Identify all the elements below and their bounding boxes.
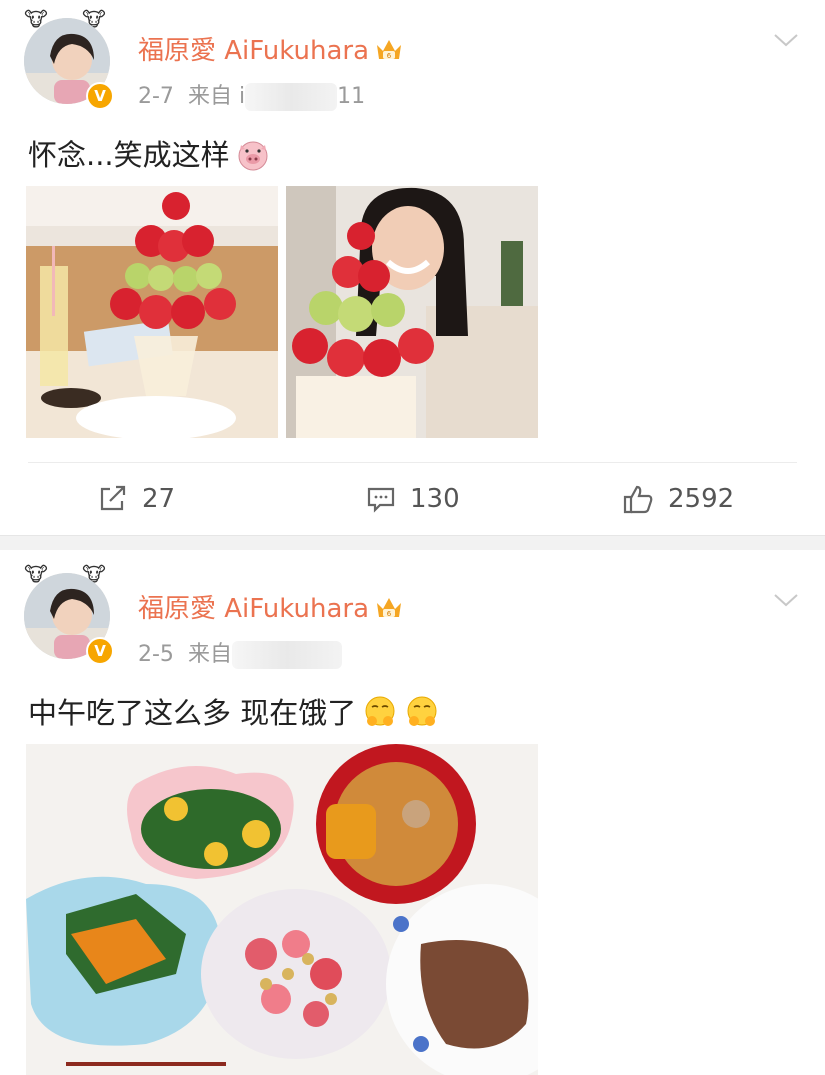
svg-text:6: 6 (387, 610, 392, 618)
post-source-suffix: 11 (337, 84, 366, 109)
post-date: 2-7 (138, 84, 174, 109)
weibo-post: 🐮 🐮 V 福原愛 AiFukuhara 6 2-7 来自 i 11 怀念...笑成… (0, 0, 825, 535)
avatar[interactable]: 🐮 🐮 V (20, 8, 116, 110)
post-text: 中午吃了这么多 现在饿了 (28, 690, 440, 732)
vip-crown-icon: 6 (377, 40, 402, 60)
comment-count: 130 (410, 484, 460, 514)
divider (28, 462, 797, 463)
vip-crown-icon: 6 (377, 598, 402, 618)
hungry-face-icon (407, 696, 437, 726)
comment-icon (367, 487, 395, 513)
post-date: 2-5 (138, 642, 174, 667)
avatar[interactable]: 🐮 🐮 V (20, 563, 116, 665)
feed-separator (0, 535, 825, 551)
redacted-device (231, 641, 342, 669)
comment-button[interactable]: 130 (366, 478, 460, 520)
post-text: 怀念...笑成这样 (28, 132, 270, 174)
post-source-label: 来自 (187, 642, 232, 667)
parfait-photo-left[interactable] (26, 186, 278, 438)
post-meta: 2-5 来自 (138, 636, 342, 669)
redacted-device (245, 83, 338, 111)
like-button[interactable]: 2592 (622, 478, 734, 520)
repost-count: 27 (142, 484, 176, 514)
verified-badge: V (86, 637, 114, 665)
lunch-dishes-photo[interactable] (26, 744, 538, 1075)
weibo-post: 🐮 🐮 V 福原愛 AiFukuhara 6 2-5 来自 中午吃了这么多 现在饿… (0, 550, 825, 1075)
parfait-selfie-photo[interactable] (286, 186, 538, 438)
post-meta: 2-7 来自 i 11 (138, 78, 365, 111)
verified-badge: V (86, 82, 114, 110)
repost-button[interactable]: 27 (98, 478, 175, 520)
like-icon (623, 485, 653, 514)
svg-text:6: 6 (387, 52, 392, 60)
like-count: 2592 (668, 484, 735, 514)
hungry-face-icon (365, 696, 395, 726)
author-name[interactable]: 福原愛 AiFukuhara 6 (138, 30, 403, 67)
chevron-down-icon[interactable] (773, 592, 799, 608)
author-name[interactable]: 福原愛 AiFukuhara 6 (138, 588, 403, 625)
repost-icon (100, 485, 126, 511)
chevron-down-icon[interactable] (773, 32, 799, 48)
post-source-label: 来自 (187, 84, 232, 109)
pig-face-icon (238, 141, 268, 171)
